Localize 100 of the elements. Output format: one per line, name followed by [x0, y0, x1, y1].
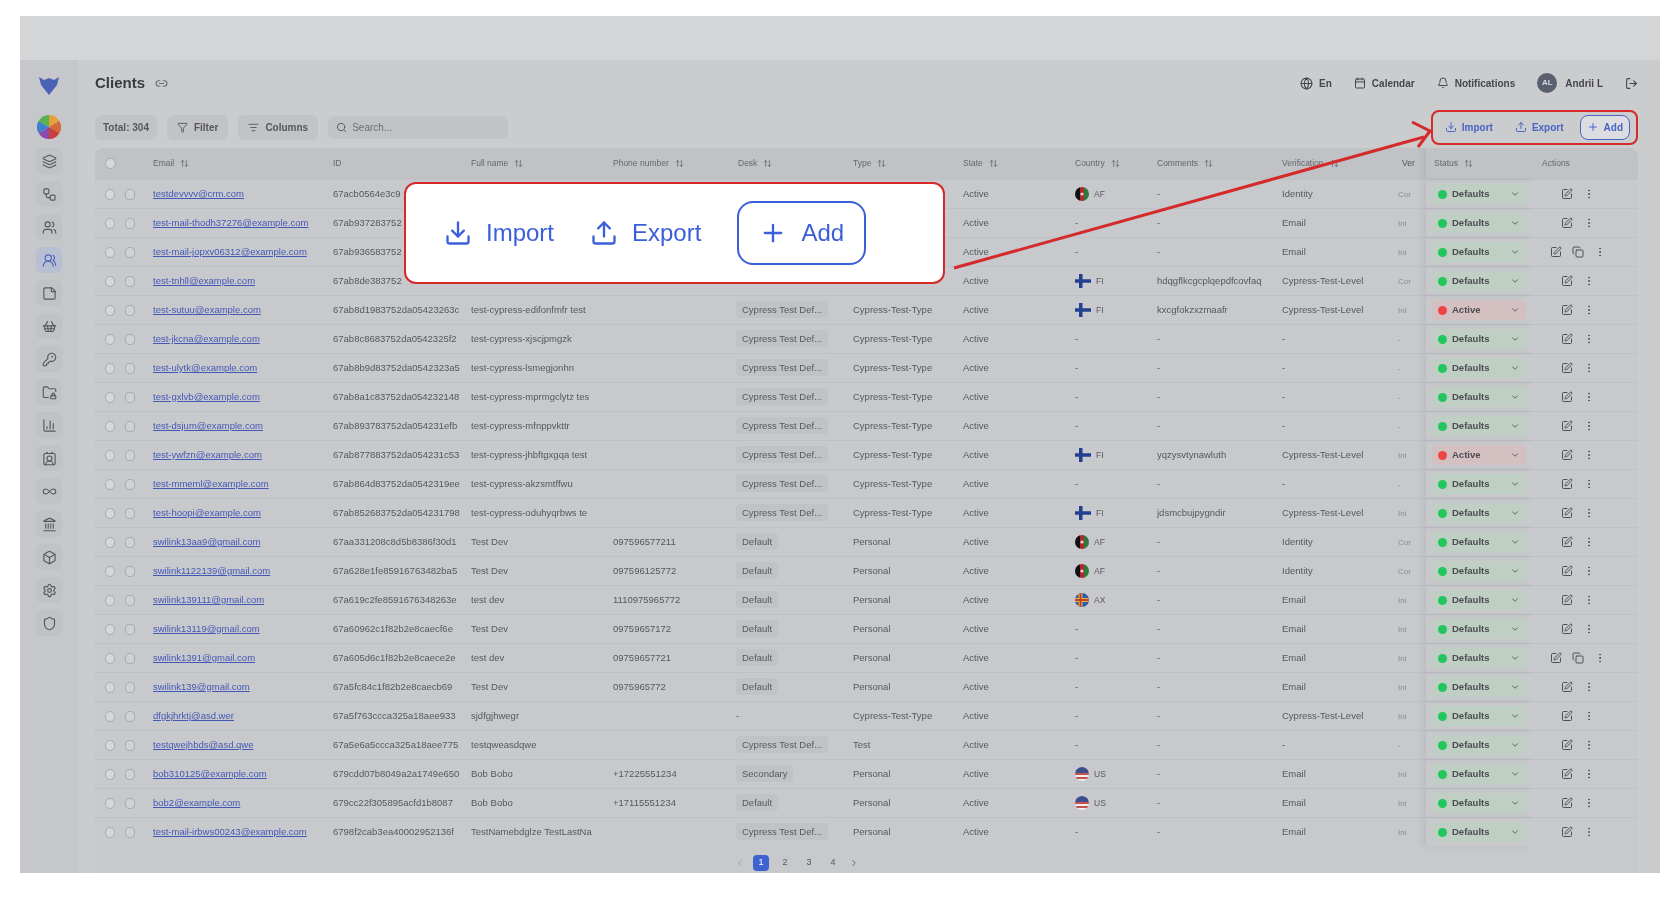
status-dropdown[interactable]: Defaults	[1432, 764, 1526, 784]
column-header[interactable]: Phone number	[613, 157, 669, 170]
row-checkbox[interactable]	[105, 449, 115, 461]
edit-icon[interactable]	[1561, 681, 1573, 693]
row-checkbox[interactable]	[105, 826, 115, 838]
row-checkbox[interactable]	[105, 623, 115, 635]
status-dropdown[interactable]: Defaults	[1432, 706, 1526, 726]
status-dropdown[interactable]: Defaults	[1432, 416, 1526, 436]
row-checkbox[interactable]	[105, 536, 115, 548]
edit-icon[interactable]	[1561, 362, 1573, 374]
column-header[interactable]: Verification	[1282, 157, 1324, 170]
sidebar-item[interactable]	[36, 412, 62, 438]
sidebar-item[interactable]	[36, 280, 62, 306]
row-checkbox[interactable]	[105, 681, 115, 693]
filter-button[interactable]: Filter	[166, 114, 229, 140]
column-header[interactable]: Email	[153, 157, 175, 170]
status-dropdown[interactable]: Defaults	[1432, 648, 1526, 668]
edit-icon[interactable]	[1561, 507, 1573, 519]
email-link[interactable]: swilink139111@gmail.com	[153, 593, 265, 605]
search-field[interactable]: Search...	[328, 115, 509, 139]
row-checkbox[interactable]	[105, 478, 115, 490]
edit-icon[interactable]	[1561, 565, 1573, 577]
edit-icon[interactable]	[1561, 333, 1573, 345]
status-dropdown[interactable]: Defaults	[1432, 213, 1526, 233]
sort-icon[interactable]	[988, 159, 998, 168]
status-dropdown[interactable]: Defaults	[1432, 271, 1526, 291]
column-header[interactable]: Desk	[738, 157, 758, 170]
sidebar-item[interactable]	[36, 610, 62, 636]
sort-icon[interactable]	[1329, 159, 1339, 168]
edit-icon[interactable]	[1561, 478, 1573, 490]
row-checkbox[interactable]	[105, 391, 115, 403]
sidebar-item[interactable]	[36, 511, 62, 537]
toolbar-action-button[interactable]: Import	[1438, 115, 1499, 139]
status-dropdown[interactable]: Defaults	[1432, 677, 1526, 697]
email-link[interactable]: test-tnhll@example.com	[153, 274, 256, 286]
row-checkbox[interactable]	[105, 217, 115, 229]
email-link[interactable]: test-mail-thodh37276@example.com	[153, 216, 309, 228]
sort-icon[interactable]	[763, 159, 773, 168]
email-link[interactable]: swilink13aa9@gmail.com	[153, 535, 261, 547]
page-button[interactable]: 1	[753, 855, 769, 871]
status-dropdown[interactable]: Defaults	[1432, 503, 1526, 523]
callout-action-button[interactable]: Add	[737, 201, 867, 265]
sidebar-item[interactable]	[36, 346, 62, 372]
sidebar-item[interactable]	[36, 247, 62, 273]
email-link[interactable]: swilink1122139@gmail.com	[153, 564, 271, 576]
edit-icon[interactable]	[1561, 739, 1573, 751]
status-dropdown[interactable]: Defaults	[1432, 822, 1526, 842]
status-dropdown[interactable]: Defaults	[1432, 532, 1526, 552]
language-button[interactable]: En	[1300, 75, 1332, 91]
sidebar-item[interactable]	[36, 478, 62, 504]
email-link[interactable]: bob2@example.com	[153, 796, 241, 808]
sort-icon[interactable]	[1204, 159, 1214, 168]
edit-icon[interactable]	[1550, 246, 1562, 258]
email-link[interactable]: test-mail-jopxv06312@example.com	[153, 245, 307, 257]
toolbar-action-button[interactable]: Add	[1579, 114, 1630, 140]
sidebar-item[interactable]	[36, 544, 62, 570]
status-dropdown[interactable]: Defaults	[1432, 358, 1526, 378]
edit-icon[interactable]	[1561, 768, 1573, 780]
row-checkbox[interactable]	[105, 420, 115, 432]
sort-icon[interactable]	[1110, 159, 1120, 168]
sort-icon[interactable]	[1464, 159, 1474, 168]
edit-icon[interactable]	[1561, 797, 1573, 809]
page-button[interactable]: 3	[801, 855, 817, 871]
sidebar-item[interactable]	[36, 181, 62, 207]
status-dropdown[interactable]: Defaults	[1432, 590, 1526, 610]
edit-icon[interactable]	[1561, 536, 1573, 548]
email-link[interactable]: test-hoopi@example.com	[153, 506, 261, 518]
edit-icon[interactable]	[1561, 710, 1573, 722]
columns-button[interactable]: Columns	[238, 114, 319, 140]
email-link[interactable]: test-gxlvb@example.com	[153, 390, 260, 402]
email-link[interactable]: test-mmeml@example.com	[153, 477, 269, 489]
sidebar-item[interactable]	[36, 379, 62, 405]
page-button[interactable]: 4	[825, 855, 841, 871]
email-link[interactable]: test-dsjum@example.com	[153, 419, 263, 431]
status-dropdown[interactable]: Defaults	[1432, 242, 1526, 262]
email-link[interactable]: test-ywfzn@example.com	[153, 448, 262, 460]
sidebar-item[interactable]	[36, 445, 62, 471]
select-all-checkbox[interactable]	[105, 158, 116, 169]
status-dropdown[interactable]: Active	[1432, 300, 1526, 320]
copy-icon[interactable]	[1572, 652, 1584, 664]
row-checkbox[interactable]	[105, 507, 115, 519]
sidebar-item[interactable]	[36, 214, 62, 240]
column-header[interactable]: Type	[853, 157, 872, 170]
email-link[interactable]: swilink139@gmail.com	[153, 680, 250, 692]
edit-icon[interactable]	[1561, 826, 1573, 838]
sort-icon[interactable]	[877, 159, 887, 168]
row-checkbox[interactable]	[105, 362, 115, 374]
sort-icon[interactable]	[674, 159, 684, 168]
status-dropdown[interactable]: Defaults	[1432, 561, 1526, 581]
column-header[interactable]: State	[963, 157, 983, 170]
page-button[interactable]: 2	[777, 855, 793, 871]
toolbar-action-button[interactable]: Export	[1508, 115, 1570, 139]
row-checkbox[interactable]	[105, 739, 115, 751]
status-dropdown[interactable]: Defaults	[1432, 184, 1526, 204]
row-checkbox[interactable]	[105, 565, 115, 577]
row-checkbox[interactable]	[105, 797, 115, 809]
next-page-icon[interactable]	[849, 858, 859, 868]
email-link[interactable]: testqwejhbds@asd.qwe	[153, 738, 254, 750]
edit-icon[interactable]	[1561, 188, 1573, 200]
avatar[interactable]: AL	[1537, 73, 1558, 93]
